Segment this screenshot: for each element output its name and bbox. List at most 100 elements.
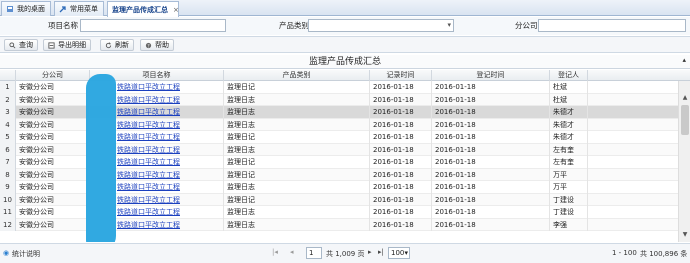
category-select[interactable]: ▾: [308, 19, 454, 32]
tab-desktop[interactable]: 我的桌面: [1, 1, 51, 16]
stats-link[interactable]: 统计说明: [12, 249, 40, 259]
registrant-cell: 李强: [550, 218, 588, 231]
category-cell: 监理日记: [224, 168, 370, 181]
panel-title: 监理产品传成汇总: [0, 55, 690, 69]
row-number: 9: [0, 181, 16, 194]
category-cell: 监理日志: [224, 93, 370, 106]
company-cell: 安徽分公司: [16, 156, 90, 169]
record-time-cell: 2016-01-18: [370, 143, 432, 156]
collapse-icon[interactable]: ▴: [682, 56, 686, 64]
query-button[interactable]: 查询: [4, 39, 38, 51]
category-cell: 监理日志: [224, 218, 370, 231]
project-link[interactable]: 铁路道口平改立工程: [117, 133, 180, 141]
register-time-cell: 2016-01-18: [432, 218, 550, 231]
row-number: 12: [0, 218, 16, 231]
last-page-icon[interactable]: ▸|: [378, 248, 384, 256]
company-label: 分公司: [515, 21, 538, 30]
record-time-cell: 2016-01-18: [370, 93, 432, 106]
company-input[interactable]: [538, 19, 686, 32]
company-cell: 安徽分公司: [16, 218, 90, 231]
column-header-record-time[interactable]: 记录时间: [370, 70, 432, 81]
scrollbar-thumb[interactable]: [681, 105, 689, 135]
registrant-cell: 左有奎: [550, 156, 588, 169]
scroll-down-icon[interactable]: ▼: [679, 230, 690, 240]
record-time-cell: 2016-01-18: [370, 118, 432, 131]
project-link[interactable]: 铁路道口平改立工程: [117, 208, 180, 216]
record-time-cell: 2016-01-18: [370, 181, 432, 194]
project-link[interactable]: 铁路道口平改立工程: [117, 158, 180, 166]
record-time-cell: 2016-01-18: [370, 168, 432, 181]
toolbar: 查询 导出明细 刷新 ? 帮助: [0, 36, 690, 53]
column-header-registrant[interactable]: 登记人: [550, 70, 588, 81]
column-header-category[interactable]: 产品类别: [224, 70, 370, 81]
next-page-icon[interactable]: ▸: [368, 248, 372, 256]
refresh-button[interactable]: 刷新: [100, 39, 134, 51]
category-cell: 监理日记: [224, 131, 370, 144]
company-cell: 安徽分公司: [16, 81, 90, 94]
column-header-company[interactable]: 分公司: [16, 70, 90, 81]
company-cell: 安徽分公司: [16, 118, 90, 131]
project-link[interactable]: 铁路道口平改立工程: [117, 221, 180, 229]
company-cell: 安徽分公司: [16, 193, 90, 206]
registrant-cell: 杜斌: [550, 93, 588, 106]
row-number: 10: [0, 193, 16, 206]
row-number: 1: [0, 81, 16, 94]
home-icon: [6, 5, 14, 13]
row-number: 4: [0, 118, 16, 131]
record-time-cell: 2016-01-18: [370, 106, 432, 119]
project-link[interactable]: 铁路道口平改立工程: [117, 108, 180, 116]
row-number: 6: [0, 143, 16, 156]
register-time-cell: 2016-01-18: [432, 168, 550, 181]
range-text: 1 - 100: [612, 249, 637, 257]
registrant-cell: 杜斌: [550, 81, 588, 94]
register-time-cell: 2016-01-18: [432, 118, 550, 131]
column-header-register-time[interactable]: 登记时间: [432, 70, 550, 81]
help-button[interactable]: ? 帮助: [140, 39, 174, 51]
register-time-cell: 2016-01-18: [432, 131, 550, 144]
company-cell: 安徽分公司: [16, 181, 90, 194]
register-time-cell: 2016-01-18: [432, 206, 550, 219]
company-cell: 安徽分公司: [16, 106, 90, 119]
register-time-cell: 2016-01-18: [432, 156, 550, 169]
category-cell: 监理日记: [224, 193, 370, 206]
close-icon[interactable]: ×: [173, 6, 179, 14]
record-time-cell: 2016-01-18: [370, 156, 432, 169]
search-icon: [9, 41, 16, 48]
scroll-up-icon[interactable]: ▲: [679, 93, 690, 103]
registrant-cell: 万平: [550, 168, 588, 181]
project-link[interactable]: 铁路道口平改立工程: [117, 121, 180, 129]
registrant-cell: 丁建设: [550, 193, 588, 206]
export-detail-button[interactable]: 导出明细: [43, 39, 91, 51]
project-name-input[interactable]: [80, 19, 226, 32]
registrant-cell: 左有奎: [550, 143, 588, 156]
redaction-mark: [86, 74, 116, 242]
register-time-cell: 2016-01-18: [432, 143, 550, 156]
project-link[interactable]: 铁路道口平改立工程: [117, 171, 180, 179]
vertical-scrollbar[interactable]: ▲ ▼: [678, 81, 690, 242]
page-number-input[interactable]: 1: [306, 247, 322, 259]
company-cell: 安徽分公司: [16, 131, 90, 144]
pagination-bar: ◉ 统计说明 |◂ ◂ 1 共 1,009 页 ▸ ▸| 100 ▾ 1 - 10…: [0, 243, 690, 263]
stats-icon: ◉: [3, 249, 10, 257]
row-number: 2: [0, 93, 16, 106]
project-link[interactable]: 铁路道口平改立工程: [117, 196, 180, 204]
project-link[interactable]: 铁路道口平改立工程: [117, 146, 180, 154]
tab-common-menu[interactable]: 常用菜单: [54, 1, 104, 16]
prev-page-icon[interactable]: ◂: [290, 248, 294, 256]
category-cell: 监理日志: [224, 206, 370, 219]
tab-supervision-summary[interactable]: 监理产品传成汇总 ×: [107, 1, 179, 17]
register-time-cell: 2016-01-18: [432, 106, 550, 119]
row-number: 8: [0, 168, 16, 181]
company-cell: 安徽分公司: [16, 206, 90, 219]
total-pages: 共 1,009 页: [326, 250, 365, 258]
registrant-cell: 朱德才: [550, 106, 588, 119]
page-size-select[interactable]: 100 ▾: [388, 247, 410, 259]
project-link[interactable]: 铁路道口平改立工程: [117, 96, 180, 104]
project-link[interactable]: 铁路道口平改立工程: [117, 183, 180, 191]
record-time-cell: 2016-01-18: [370, 206, 432, 219]
register-time-cell: 2016-01-18: [432, 81, 550, 94]
first-page-icon[interactable]: |◂: [272, 248, 278, 256]
company-cell: 安徽分公司: [16, 143, 90, 156]
project-link[interactable]: 铁路道口平改立工程: [117, 83, 180, 91]
row-number-header: [0, 70, 16, 81]
